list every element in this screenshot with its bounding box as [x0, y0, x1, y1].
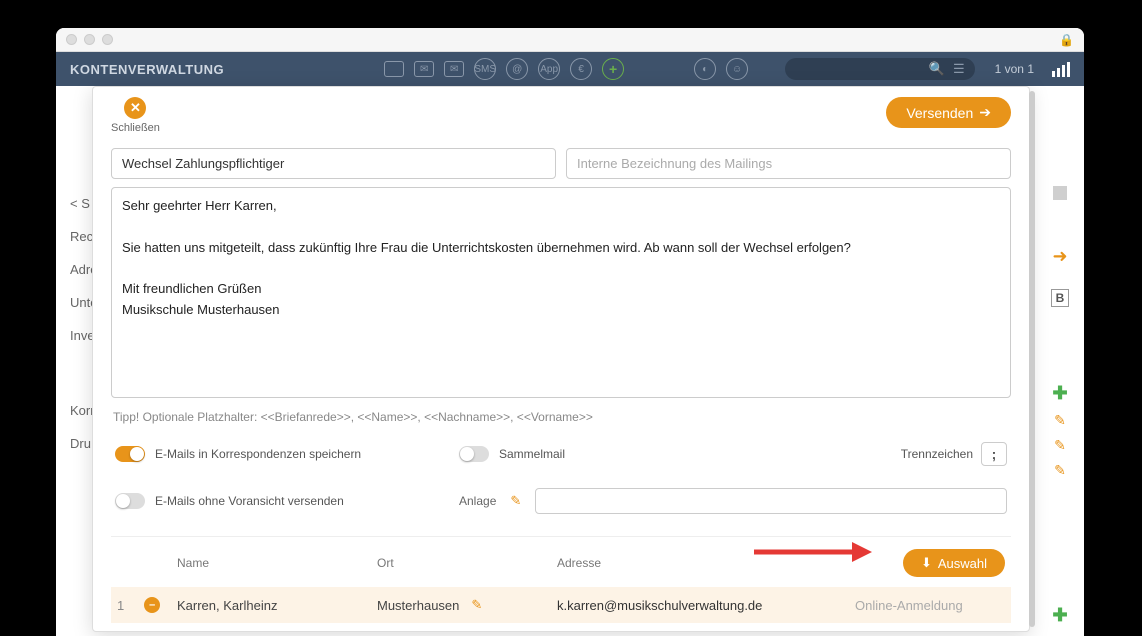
recipient-ort: Musterhausen: [377, 598, 459, 613]
save-correspondence-label: E-Mails in Korrespondenzen speichern: [155, 447, 361, 461]
col-ort-header: Ort: [377, 556, 557, 570]
euro-icon[interactable]: €: [570, 58, 592, 80]
search-field[interactable]: 🔍 ☰: [785, 58, 975, 80]
plus-icon[interactable]: ✚: [1052, 605, 1067, 626]
sms-icon[interactable]: SMS: [474, 58, 496, 80]
zoom-window-icon[interactable]: [102, 34, 113, 45]
arrow-right-icon: ➔: [979, 104, 991, 121]
modal-header: ✕ Schließen Versenden ➔: [93, 87, 1029, 140]
traffic-lights[interactable]: [66, 34, 113, 45]
compose-modal: ✕ Schließen Versenden ➔ Sehr geehrter He…: [92, 86, 1030, 632]
add-icon[interactable]: +: [602, 58, 624, 80]
options-row-1: E-Mails in Korrespondenzen speichern Sam…: [111, 436, 1011, 472]
pencil-icon[interactable]: ✎: [471, 597, 482, 613]
at-icon[interactable]: @: [506, 58, 528, 80]
send-button[interactable]: Versenden ➔: [886, 97, 1011, 128]
window-titlebar: 🔒: [56, 28, 1084, 52]
toolbar-icons: ✉ ✉ SMS @ App € +: [384, 58, 624, 80]
pencil-icon[interactable]: ✎: [1054, 462, 1066, 479]
download-icon: ⬇: [921, 555, 932, 571]
separator-label: Trennzeichen: [901, 447, 973, 461]
send-label: Versenden: [906, 105, 973, 121]
plus-icon[interactable]: ✚: [1052, 383, 1067, 404]
pencil-icon[interactable]: ✎: [1054, 437, 1066, 454]
scrollbar[interactable]: [1029, 91, 1035, 627]
subject-row: [111, 148, 1011, 179]
bold-icon[interactable]: B: [1051, 289, 1069, 307]
remove-icon[interactable]: –: [144, 597, 160, 613]
save-correspondence-toggle[interactable]: [115, 446, 145, 462]
recipient-row[interactable]: 1 – Karren, Karlheinz Musterhausen ✎ k.k…: [111, 587, 1011, 623]
separator-input[interactable]: ;: [981, 442, 1007, 466]
mail-icon[interactable]: ✉: [414, 61, 434, 77]
attachment-input[interactable]: [535, 488, 1007, 514]
bg-right-icons: ➜ B ✚ ✎ ✎ ✎ ✚: [1046, 186, 1074, 626]
placeholder-tip: Tipp! Optionale Platzhalter: <<Briefanre…: [111, 406, 1011, 428]
lock-icon: 🔒: [1059, 33, 1074, 47]
minimize-window-icon[interactable]: [84, 34, 95, 45]
app-toolbar: KONTENVERWALTUNG ✉ ✉ SMS @ App € + ◐ ☺ 🔍…: [56, 52, 1084, 86]
sammelmail-label: Sammelmail: [499, 447, 565, 461]
list-icon: ☰: [953, 61, 965, 77]
search-icon: 🔍: [929, 61, 945, 77]
headset-icon[interactable]: ◐: [694, 58, 716, 80]
close-icon[interactable]: ✕: [124, 97, 146, 119]
recipient-header: Name Ort Adresse ⬇ Auswahl: [111, 537, 1011, 587]
signal-icon: [1052, 61, 1070, 77]
message-textarea[interactable]: Sehr geehrter Herr Karren, Sie hatten un…: [111, 187, 1011, 398]
arrow-right-icon[interactable]: ➜: [1052, 246, 1067, 267]
auswahl-button[interactable]: ⬇ Auswahl: [903, 549, 1005, 577]
auswahl-label: Auswahl: [938, 556, 987, 571]
close-group[interactable]: ✕ Schließen: [111, 97, 160, 134]
pencil-icon[interactable]: ✎: [1054, 412, 1066, 429]
options-row-2: E-Mails ohne Voransicht versenden Anlage…: [111, 482, 1011, 520]
modal-body: Sehr geehrter Herr Karren, Sie hatten un…: [93, 140, 1029, 631]
recipient-source: Online-Anmeldung: [855, 598, 1005, 613]
attachment-label: Anlage: [459, 494, 496, 508]
user-icon[interactable]: ☺: [726, 58, 748, 80]
monitor-icon[interactable]: [384, 61, 404, 77]
col-addr-header: Adresse: [557, 556, 903, 570]
layers-icon[interactable]: [1053, 186, 1067, 200]
mail2-icon[interactable]: ✉: [444, 61, 464, 77]
app-title: KONTENVERWALTUNG: [70, 62, 224, 77]
recipient-address: k.karren@musikschulverwaltung.de: [557, 598, 855, 613]
internal-name-input[interactable]: [566, 148, 1011, 179]
pencil-icon[interactable]: ✎: [510, 493, 521, 509]
recipient-section: Name Ort Adresse ⬇ Auswahl 1 – Karren, K…: [111, 536, 1011, 623]
close-window-icon[interactable]: [66, 34, 77, 45]
subject-input[interactable]: [111, 148, 556, 179]
app-window: 🔒 KONTENVERWALTUNG ✉ ✉ SMS @ App € + ◐ ☺…: [56, 28, 1084, 636]
row-index: 1: [117, 598, 124, 613]
col-name-header: Name: [177, 556, 377, 570]
close-label: Schließen: [111, 122, 160, 134]
sammelmail-toggle[interactable]: [459, 446, 489, 462]
no-preview-label: E-Mails ohne Voransicht versenden: [155, 494, 344, 508]
recipient-name: Karren, Karlheinz: [177, 598, 377, 613]
app-icon[interactable]: App: [538, 58, 560, 80]
no-preview-toggle[interactable]: [115, 493, 145, 509]
page-count: 1 von 1: [995, 62, 1034, 76]
